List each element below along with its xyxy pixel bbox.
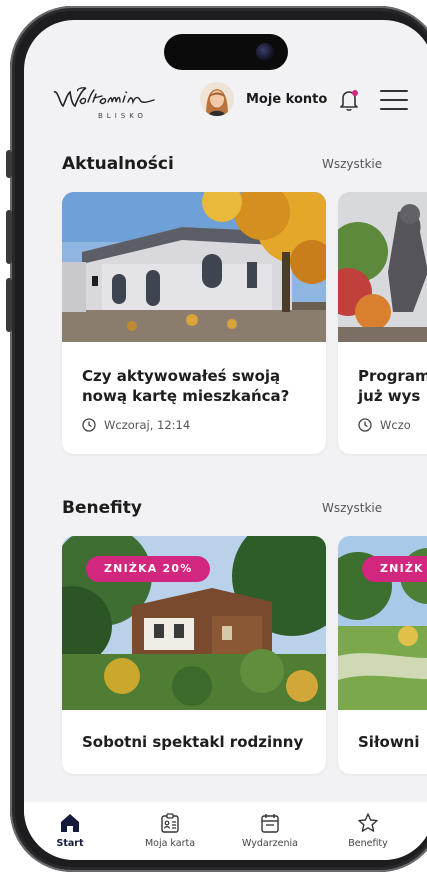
news-card-date-text: Wczoraj, 12:14 — [104, 418, 191, 432]
logo-script — [53, 87, 155, 108]
nav-label: Start — [56, 838, 84, 849]
news-card-image — [62, 192, 326, 342]
news-card-date: Wczoraj, 12:14 — [82, 418, 190, 432]
clock-icon — [82, 418, 96, 432]
dynamic-island — [164, 34, 288, 70]
hamburger-menu-icon[interactable] — [380, 90, 408, 110]
news-card-title: nową kartę mieszkańca? — [82, 387, 290, 405]
discount-badge: ZNIŻKA 20% — [86, 556, 211, 582]
benefits-section-title: Benefity — [62, 498, 142, 518]
logo-subtitle: BLISKO — [98, 112, 147, 120]
city-logo[interactable]: BLISKO — [50, 82, 160, 126]
nav-item-events[interactable]: Wydarzenia — [230, 812, 310, 849]
calendar-icon — [261, 814, 279, 833]
nav-item-my-card[interactable]: Moja karta — [130, 812, 210, 849]
nav-item-benefits[interactable]: Benefity — [328, 812, 408, 849]
news-card-title: Czy aktywowałeś swoją — [82, 367, 281, 385]
news-card[interactable]: Program już wys Wczo — [338, 192, 427, 454]
news-card-date-text: Wczo — [380, 418, 411, 432]
bottom-navigation: Start Moja karta Wydarzenia Benefity — [24, 802, 427, 860]
camera — [256, 43, 274, 61]
phone-side-button — [6, 150, 12, 178]
phone-side-button — [6, 278, 12, 332]
phone-side-button — [6, 210, 12, 264]
news-section-title: Aktualności — [62, 154, 174, 174]
star-icon — [358, 813, 378, 832]
benefit-card-title: Siłowni — [358, 733, 420, 751]
news-card-date: Wczo — [358, 418, 411, 432]
clock-icon — [358, 418, 372, 432]
benefit-card[interactable]: ZNIŻKA 20% Sobotni spektakl rodzinny — [62, 536, 326, 774]
benefit-card[interactable]: ZNIŻK Siłowni — [338, 536, 427, 774]
nav-label: Moja karta — [144, 838, 196, 849]
nav-label: Wydarzenia — [242, 838, 298, 849]
app-header: BLISKO Moje konto — [24, 76, 427, 132]
news-card-image — [338, 192, 427, 342]
nav-label: Benefity — [348, 838, 388, 849]
news-card-title: Program — [358, 367, 427, 385]
id-card-icon — [161, 813, 179, 833]
app-screen: BLISKO Moje konto Aktualności Wszystkie — [24, 20, 427, 860]
home-icon — [61, 814, 79, 832]
news-see-all-link[interactable]: Wszystkie — [322, 157, 382, 171]
benefits-see-all-link[interactable]: Wszystkie — [322, 501, 382, 515]
benefit-card-title: Sobotni spektakl rodzinny — [82, 733, 304, 751]
notification-bell-icon[interactable] — [338, 88, 360, 112]
news-card[interactable]: Czy aktywowałeś swoją nową kartę mieszka… — [62, 192, 326, 454]
nav-item-start[interactable]: Start — [30, 812, 110, 849]
news-card-title: już wys — [358, 387, 421, 405]
discount-badge: ZNIŻK — [362, 556, 427, 582]
avatar[interactable] — [200, 82, 234, 116]
my-account-link[interactable]: Moje konto — [246, 92, 327, 107]
